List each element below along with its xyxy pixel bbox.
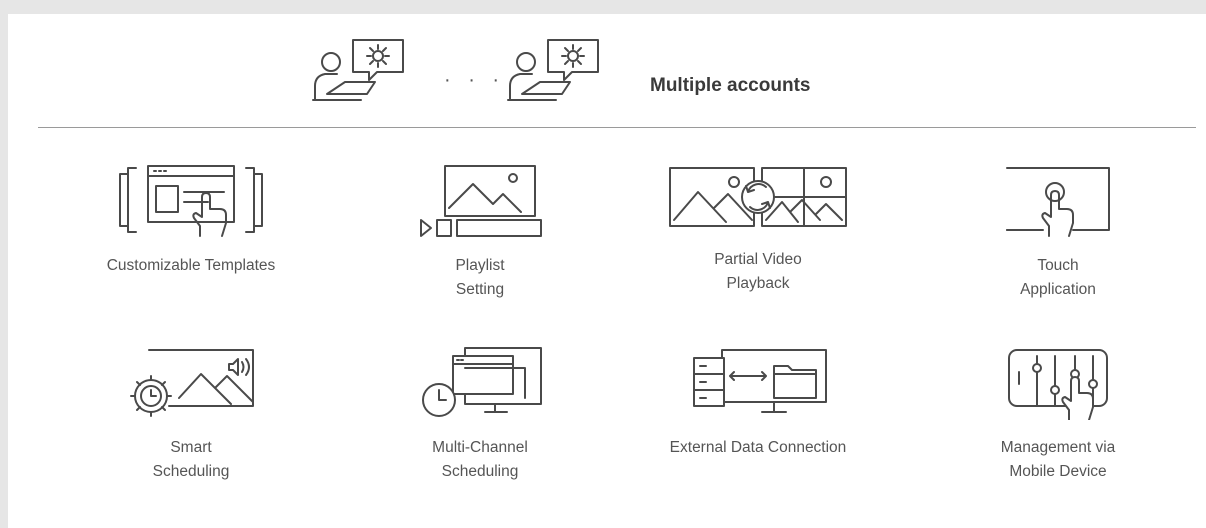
divider	[38, 127, 1196, 128]
feature-label: Management via	[1000, 439, 1116, 456]
mobile-management-icon	[1008, 349, 1108, 420]
separator-dots: · · ·	[444, 69, 506, 91]
partial-video-icon	[669, 167, 847, 227]
external-data-icon	[693, 349, 827, 413]
feature-mobile-management: Management via Mobile Device	[938, 344, 1178, 484]
template-icon	[119, 165, 263, 237]
touch-icon	[1006, 167, 1110, 237]
feature-touch-application: Touch Application	[938, 162, 1178, 302]
feature-playlist-setting: Playlist Setting	[360, 162, 600, 302]
feature-partial-video-playback: Partial Video Playback	[638, 162, 878, 296]
feature-multi-channel-scheduling: Multi-Channel Scheduling	[360, 344, 600, 484]
feature-label: Scheduling	[441, 463, 519, 480]
content-card: · · · Multiple accounts Customizable Tem…	[8, 14, 1206, 528]
header-title: Multiple accounts	[650, 75, 811, 96]
feature-label: Touch	[1037, 257, 1079, 274]
feature-label: Playback	[726, 275, 790, 292]
feature-external-data-connection: External Data Connection	[638, 344, 878, 460]
smart-scheduling-icon	[130, 349, 254, 417]
feature-label: Mobile Device	[1009, 463, 1107, 480]
feature-label: Partial Video	[714, 251, 802, 268]
user-settings-icon	[305, 34, 405, 102]
multi-channel-icon	[422, 347, 542, 417]
feature-label: Setting	[455, 281, 505, 298]
feature-label: Playlist	[455, 257, 505, 274]
feature-label: Application	[1020, 281, 1096, 298]
feature-label: Smart	[170, 439, 212, 456]
feature-label: Customizable Templates	[106, 257, 276, 274]
feature-label: External Data Connection	[669, 439, 847, 456]
feature-label: Multi-Channel	[432, 439, 528, 456]
feature-customizable-templates: Customizable Templates	[71, 162, 311, 278]
playlist-icon	[420, 165, 542, 237]
feature-label: Scheduling	[152, 463, 230, 480]
header-row: · · · Multiple accounts	[8, 14, 1206, 126]
feature-smart-scheduling: Smart Scheduling	[71, 344, 311, 484]
user-settings-icon	[500, 34, 600, 102]
